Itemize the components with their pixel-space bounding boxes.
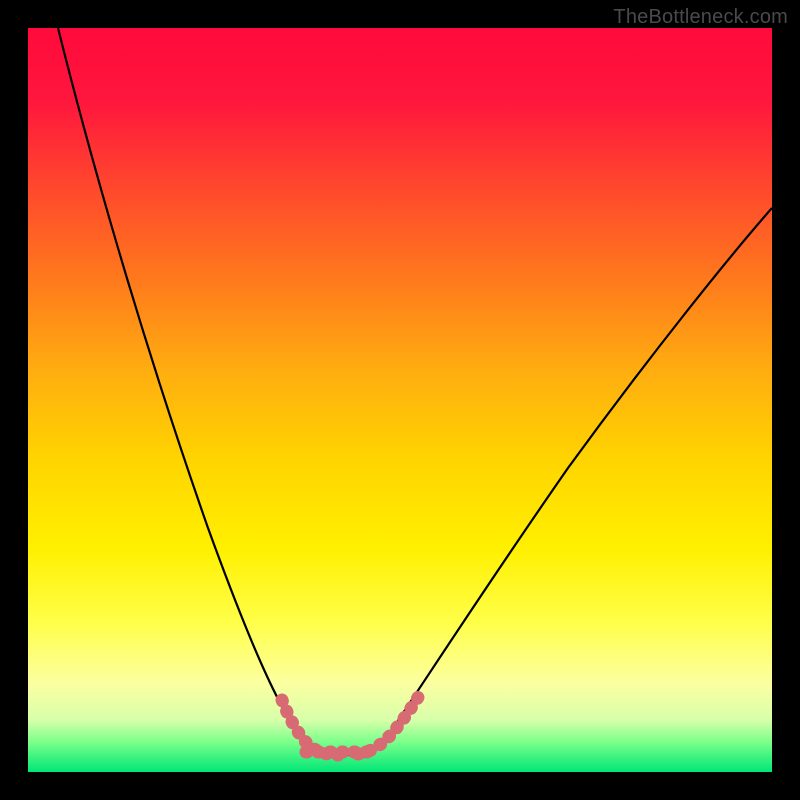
black-curve xyxy=(58,28,772,755)
chart-frame: TheBottleneck.com xyxy=(0,0,800,800)
pink-highlight-right xyxy=(358,691,422,754)
watermark-text: TheBottleneck.com xyxy=(613,6,788,29)
plot-area xyxy=(28,28,772,772)
curve-layer xyxy=(28,28,772,772)
